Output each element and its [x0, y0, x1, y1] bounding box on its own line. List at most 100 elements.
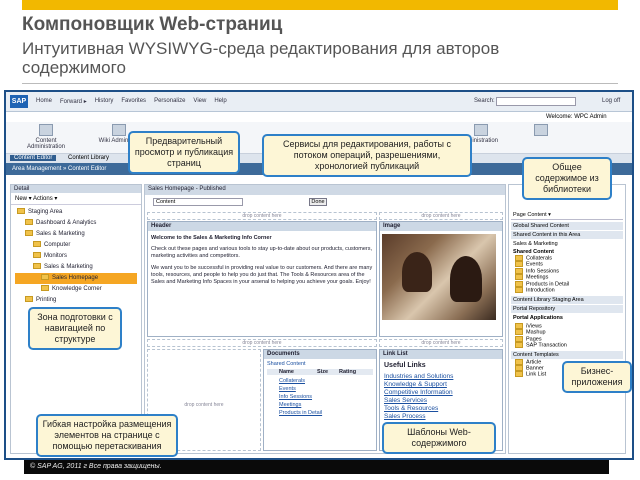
- section-staging[interactable]: Content Library Staging Area: [511, 295, 623, 304]
- image-panel-title: Image: [380, 222, 502, 231]
- page-content-dropdown[interactable]: Page Content ▾: [511, 211, 623, 220]
- people-photo: [382, 234, 496, 320]
- page-icon: [515, 287, 523, 294]
- tree-head: Detail: [11, 185, 141, 193]
- folder-icon: [515, 335, 523, 342]
- tab-content-editor[interactable]: Content Editor: [10, 155, 57, 161]
- folder-icon: [515, 280, 523, 287]
- header-para-1: Check out these pages and various tools …: [151, 246, 373, 259]
- library-item[interactable]: Introduction: [515, 287, 623, 294]
- folder-icon: [515, 274, 523, 281]
- tool-content-admin[interactable]: Content Administration: [16, 124, 76, 150]
- doc-row[interactable]: Products in Detail: [267, 409, 373, 417]
- documents-header: Name Size Rating: [267, 369, 373, 375]
- header-content-panel[interactable]: Header Welcome to the Sales & Marketing …: [147, 221, 377, 337]
- app-item[interactable]: SAP Transaction: [515, 342, 623, 349]
- folder-icon: [39, 124, 53, 136]
- page-editor: Sales Homepage - Published Content Done …: [144, 184, 506, 454]
- tree-item-selected[interactable]: Sales Homepage: [15, 273, 137, 284]
- tree-item[interactable]: Knowledge Corner: [15, 284, 137, 295]
- tree-item[interactable]: Printing: [15, 295, 137, 306]
- menu-favorites[interactable]: Favorites: [121, 98, 146, 105]
- doc-row[interactable]: Collaterals: [267, 377, 373, 385]
- documents-title: Documents: [264, 350, 376, 359]
- section-templates[interactable]: Content Templates: [511, 350, 623, 359]
- tree-item[interactable]: Dashboard & Analytics: [15, 218, 137, 229]
- drop-zone[interactable]: drop content here: [379, 212, 503, 220]
- doc-row[interactable]: Info Sessions: [267, 393, 373, 401]
- sales-link[interactable]: Sales & Marketing: [511, 239, 623, 249]
- folder-icon: [515, 322, 523, 329]
- folder-icon: [33, 252, 41, 259]
- image-content-panel[interactable]: Image: [379, 221, 503, 337]
- menu-personalize[interactable]: Personalize: [154, 98, 185, 105]
- menu-view[interactable]: View: [193, 98, 206, 105]
- page-icon: [41, 274, 49, 281]
- tab-content-library[interactable]: Content Library: [64, 155, 113, 161]
- drop-zone[interactable]: drop content here: [379, 339, 503, 347]
- folder-icon: [17, 208, 25, 215]
- folder-icon: [515, 255, 523, 261]
- content-library-panel: Page Content ▾ Global Shared Content Sha…: [508, 184, 626, 454]
- wiki-icon: [112, 124, 126, 136]
- search-input[interactable]: [496, 97, 576, 106]
- logoff-link[interactable]: Log off: [602, 98, 620, 104]
- link-item[interactable]: Knowledge & Support: [384, 381, 498, 389]
- link-item[interactable]: Tools & Resources: [384, 405, 498, 413]
- sap-logo: SAP: [10, 95, 28, 108]
- callout-preview: Предварительный просмотр и публикация ст…: [128, 131, 240, 174]
- slide-subtitle: Интуитивная WYSIWYG-среда редактирования…: [22, 39, 500, 77]
- tree-item[interactable]: Monitors: [15, 251, 137, 262]
- drop-zone[interactable]: drop content here: [147, 339, 377, 347]
- section-global[interactable]: Global Shared Content: [511, 222, 623, 230]
- folder-icon: [33, 263, 41, 270]
- folder-icon: [25, 230, 33, 237]
- link-item[interactable]: Sales Services: [384, 397, 498, 405]
- section-portal-repo[interactable]: Portal Repository: [511, 304, 623, 313]
- accent-bar: [22, 0, 618, 10]
- folder-icon: [515, 342, 523, 349]
- callout-business: Бизнес-приложения: [562, 361, 632, 393]
- admin-icon: [474, 124, 488, 136]
- folder-icon: [25, 219, 33, 226]
- link-item[interactable]: Competitive Information: [384, 389, 498, 397]
- section-shared-area[interactable]: Shared Content in this Area: [511, 231, 623, 239]
- copyright: © SAP AG, 2011 г Все права защищены.: [24, 460, 609, 474]
- folder-icon: [515, 329, 523, 336]
- tool-icon: [534, 124, 548, 136]
- link-item[interactable]: Sales Process: [384, 413, 498, 421]
- done-button[interactable]: Done: [309, 198, 327, 206]
- menu-help[interactable]: Help: [214, 98, 226, 105]
- menu-history[interactable]: History: [95, 98, 114, 105]
- tree-item[interactable]: Computer: [15, 240, 137, 251]
- tree-item[interactable]: Sales & Marketing: [15, 262, 137, 273]
- tree-item[interactable]: Sales & Marketing: [15, 229, 137, 240]
- tool-extra[interactable]: [531, 124, 551, 138]
- doc-row[interactable]: Events: [267, 385, 373, 393]
- title-divider: [22, 83, 618, 84]
- footer: © SAP AG, 2011 г Все права защищены.: [4, 460, 634, 480]
- tree-actions[interactable]: New ▾ Actions ▾: [11, 193, 141, 205]
- useful-links-heading: Useful Links: [384, 362, 426, 369]
- header-para-2: We want you to be successful in providin…: [151, 265, 373, 285]
- documents-panel[interactable]: Documents Shared Content Name Size Ratin…: [263, 349, 377, 451]
- menu-forward[interactable]: Forward ▸: [60, 98, 87, 105]
- folder-icon: [515, 261, 523, 268]
- menu-home[interactable]: Home: [36, 98, 52, 105]
- doc-row[interactable]: Meetings: [267, 401, 373, 409]
- page-icon: [515, 371, 523, 378]
- top-menu: Home Forward ▸ History Favorites Persona…: [36, 98, 227, 105]
- page-icon: [515, 364, 523, 371]
- tree-item[interactable]: Staging Area: [15, 207, 137, 218]
- welcome-text: Welcome: WPC Admin: [546, 114, 607, 120]
- linklist-title: Link List: [380, 350, 502, 359]
- sap-header-bar: SAP Home Forward ▸ History Favorites Per…: [6, 92, 632, 112]
- link-item[interactable]: Industries and Solutions: [384, 373, 498, 381]
- search-label: Search:: [474, 98, 495, 104]
- callout-shared: Общее содержимое из библиотеки: [522, 157, 612, 200]
- header-panel-title: Header: [148, 222, 376, 231]
- drop-zone[interactable]: drop content here: [147, 212, 377, 220]
- shared-content-folder[interactable]: Shared Content: [267, 361, 373, 367]
- portal-apps-label: Portal Applications: [513, 314, 563, 321]
- layout-select[interactable]: Content: [153, 198, 243, 206]
